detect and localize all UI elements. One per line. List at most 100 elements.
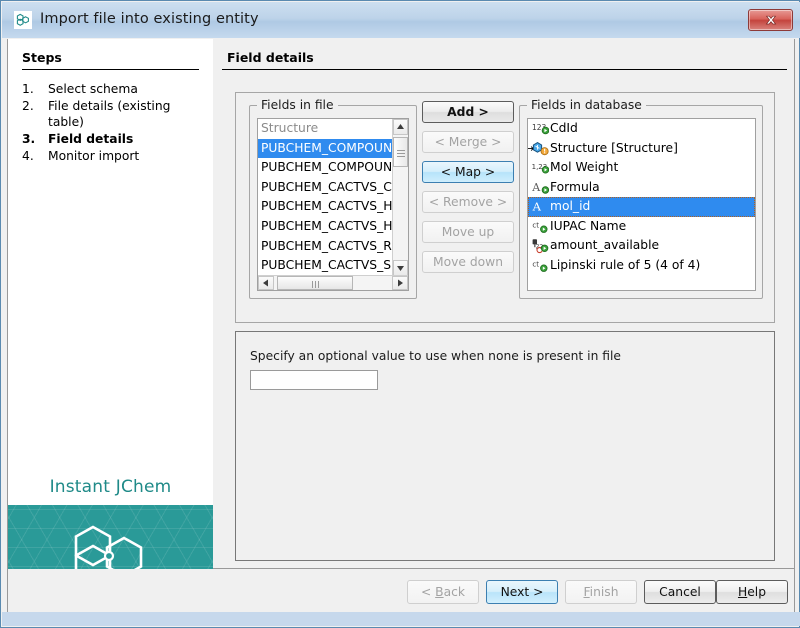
list-item[interactable]: PUBCHEM_CACTVS_SU <box>258 256 394 276</box>
svg-text:A: A <box>532 200 542 214</box>
list-item-label: IUPAC Name <box>550 219 626 233</box>
structure-field-icon <box>532 141 549 157</box>
svg-text:ct: ct <box>532 221 539 229</box>
svg-text:ct: ct <box>532 260 539 268</box>
step-label: Select schema <box>48 81 202 97</box>
molecule-icon <box>14 11 32 29</box>
map-button[interactable]: < Map > <box>422 161 514 183</box>
list-item-label: CdId <box>550 121 578 135</box>
step-number: 1. <box>22 81 48 97</box>
back-suffix: ack <box>444 585 465 599</box>
list-item[interactable]: → Structure [Structure] <box>528 139 755 159</box>
merge-button: < Merge > <box>422 131 514 153</box>
list-item[interactable]: PUBCHEM_COMPOUND_ <box>258 139 394 159</box>
scroll-down-icon[interactable] <box>393 260 408 276</box>
text-field-icon: A <box>532 180 549 196</box>
optional-value-input[interactable] <box>250 370 378 390</box>
step-item-4: 4. Monitor import <box>22 148 202 164</box>
step-number: 3. <box>22 131 48 147</box>
main-pane: Field details Fields in file Structure P… <box>213 39 794 567</box>
fields-in-file-group: Fields in file Structure PUBCHEM_COMPOUN… <box>249 105 417 299</box>
dialog-footer: < Back Next > Finish Cancel Help <box>7 569 795 613</box>
list-item-label: Formula <box>550 180 600 194</box>
move-up-button: Move up <box>422 221 514 243</box>
dialog-content: Steps 1. Select schema 2. File details (… <box>7 39 795 569</box>
steps-list: 1. Select schema 2. File details (existi… <box>22 81 202 165</box>
step-number: 4. <box>22 148 48 164</box>
scroll-right-icon[interactable] <box>392 276 408 290</box>
page-title: Field details <box>227 50 314 65</box>
list-item[interactable]: ct IUPAC Name <box>528 217 755 237</box>
list-item-label: Lipinski rule of 5 (4 of 4) <box>550 258 700 272</box>
list-item[interactable]: PUBCHEM_CACTVS_HB <box>258 197 394 217</box>
steps-sidebar: Steps 1. Select schema 2. File details (… <box>8 39 213 567</box>
step-number: 2. <box>22 98 48 130</box>
close-icon[interactable] <box>748 9 793 31</box>
window-title: Import file into existing entity <box>40 11 259 27</box>
field-options-panel: Specify an optional value to use when no… <box>235 331 775 561</box>
remove-button: < Remove > <box>422 191 514 213</box>
field-mapper-panel: Fields in file Structure PUBCHEM_COMPOUN… <box>235 92 775 323</box>
vertical-scroll-thumb[interactable] <box>393 137 408 167</box>
list-item[interactable]: A Formula <box>528 178 755 198</box>
window-bottom-strip <box>2 612 800 626</box>
optional-value-label: Specify an optional value to use when no… <box>250 349 621 363</box>
help-suffix: elp <box>747 585 766 599</box>
decimal-field-icon: 1,23 <box>532 160 549 176</box>
fields-in-database-listbox[interactable]: 123 CdId → <box>527 118 756 291</box>
horizontal-scrollbar[interactable] <box>258 275 408 290</box>
add-button[interactable]: Add > <box>422 101 514 123</box>
custom-field-icon: 22 <box>532 238 549 254</box>
help-mnemonic: H <box>738 585 747 599</box>
scroll-up-icon[interactable] <box>393 119 408 135</box>
next-button[interactable]: Next > <box>486 580 558 604</box>
list-item[interactable]: Structure <box>258 119 394 139</box>
finish-suffix: inish <box>590 585 619 599</box>
dialog-window: Import file into existing entity Steps 1… <box>0 0 800 628</box>
step-item-2: 2. File details (existing table) <box>22 98 202 130</box>
list-item-label: Structure [Structure] <box>550 141 678 155</box>
list-item[interactable]: PUBCHEM_CACTVS_CO <box>258 178 394 198</box>
clob-field-icon: ct <box>532 258 549 274</box>
fields-in-database-label: Fields in database <box>527 98 646 112</box>
mapper-buttons: Add > < Merge > < Map > < Remove > Move … <box>422 101 514 281</box>
brand-name: Instant JChem <box>8 477 213 497</box>
step-item-3: 3. Field details <box>22 131 202 147</box>
list-item-label: mol_id <box>550 199 590 213</box>
svg-text:A: A <box>532 181 541 194</box>
list-item[interactable]: 22 amount_available <box>528 236 755 256</box>
back-button: < Back <box>407 580 479 604</box>
page-title-divider <box>222 69 787 70</box>
step-item-1: 1. Select schema <box>22 81 202 97</box>
list-item[interactable]: 123 CdId <box>528 119 755 139</box>
fields-in-database-group: Fields in database 123 CdId <box>519 105 763 299</box>
help-button[interactable]: Help <box>716 580 788 604</box>
step-label: Monitor import <box>48 148 202 164</box>
cancel-label: Cancel <box>659 585 701 599</box>
list-item-label: amount_available <box>550 238 659 252</box>
list-item[interactable]: 1,23 Mol Weight <box>528 158 755 178</box>
clob-field-icon: ct <box>532 219 549 235</box>
list-item[interactable]: PUBCHEM_CACTVS_RO <box>258 237 394 257</box>
back-prefix: < <box>421 585 435 599</box>
steps-heading: Steps <box>22 50 62 65</box>
fields-in-file-listbox[interactable]: Structure PUBCHEM_COMPOUND_ PUBCHEM_COMP… <box>257 118 409 291</box>
horizontal-scroll-thumb[interactable] <box>277 276 353 290</box>
fields-in-file-items[interactable]: Structure PUBCHEM_COMPOUND_ PUBCHEM_COMP… <box>258 119 394 276</box>
list-item-label: Mol Weight <box>550 160 618 174</box>
vertical-scrollbar[interactable] <box>392 119 408 276</box>
steps-divider <box>22 69 199 70</box>
list-item[interactable]: PUBCHEM_CACTVS_HB <box>258 217 394 237</box>
title-bar: Import file into existing entity <box>2 2 800 38</box>
move-down-button: Move down <box>422 251 514 273</box>
list-item[interactable]: ct Lipinski rule of 5 (4 of 4) <box>528 256 755 276</box>
scroll-left-icon[interactable] <box>258 276 274 290</box>
integer-field-icon: 123 <box>532 121 549 137</box>
cancel-button[interactable]: Cancel <box>644 580 716 604</box>
finish-button: Finish <box>565 580 637 604</box>
step-label: File details (existing table) <box>48 98 202 130</box>
text-field-icon: A <box>532 199 549 215</box>
list-item[interactable]: PUBCHEM_COMPOUND_ <box>258 158 394 178</box>
back-mnemonic: B <box>435 585 443 599</box>
list-item-selected[interactable]: A mol_id <box>528 197 755 217</box>
